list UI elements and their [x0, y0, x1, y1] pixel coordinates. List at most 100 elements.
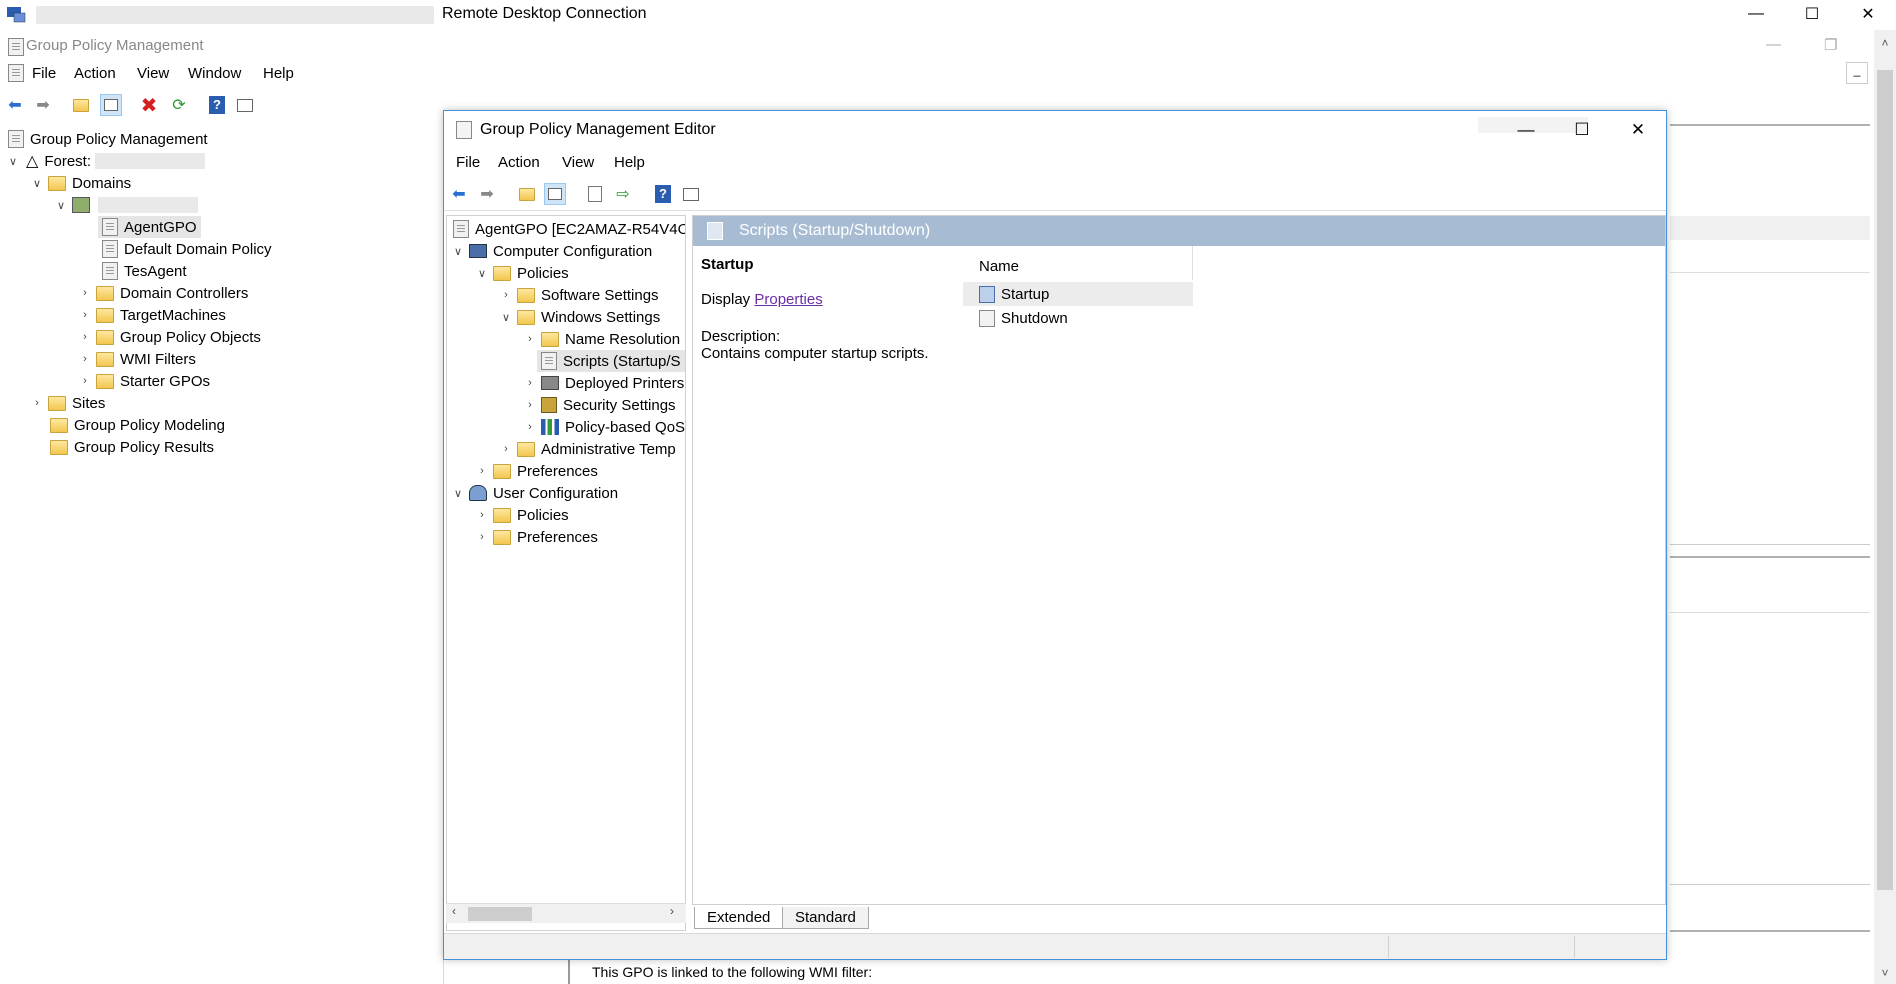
- tree-item-targetmachines[interactable]: › TargetMachines: [78, 304, 226, 326]
- chevron-right-icon[interactable]: ›: [30, 397, 44, 409]
- tree-user-policies[interactable]: › Policies: [475, 504, 569, 526]
- help-icon[interactable]: ?: [206, 94, 228, 116]
- chevron-down-icon[interactable]: ∨: [475, 267, 489, 280]
- gpme-export-list-icon[interactable]: ⇨: [612, 183, 634, 205]
- gpm-restore-icon[interactable]: ❐: [1824, 36, 1837, 54]
- gpme-menu-help[interactable]: Help: [614, 154, 645, 171]
- chevron-right-icon[interactable]: ›: [78, 287, 92, 299]
- menu-action[interactable]: Action: [74, 65, 116, 82]
- tree-item-agentgpo[interactable]: AgentGPO: [98, 216, 201, 238]
- scroll-thumb[interactable]: [1877, 70, 1893, 890]
- tree-item-starter-gpos[interactable]: › Starter GPOs: [78, 370, 210, 392]
- chevron-right-icon[interactable]: ›: [523, 421, 537, 433]
- tree-preferences[interactable]: › Preferences: [475, 460, 598, 482]
- tree-user-preferences[interactable]: › Preferences: [475, 526, 598, 548]
- tree-gpm-root[interactable]: Group Policy Management: [4, 128, 208, 150]
- chevron-down-icon[interactable]: ∨: [451, 487, 465, 500]
- tree-item-domain-controllers[interactable]: › Domain Controllers: [78, 282, 248, 304]
- chevron-right-icon[interactable]: ›: [499, 289, 513, 301]
- gpme-back-arrow-icon[interactable]: ⬅: [448, 183, 470, 205]
- tree-horizontal-scrollbar[interactable]: ‹ ›: [446, 903, 686, 923]
- chevron-down-icon[interactable]: ∨: [54, 199, 68, 212]
- tree-forest[interactable]: ∨ △ Forest:: [6, 150, 205, 172]
- back-arrow-icon[interactable]: ⬅: [4, 94, 26, 116]
- gpme-forward-arrow-icon[interactable]: ➡: [476, 183, 498, 205]
- gpme-menu-action[interactable]: Action: [498, 154, 540, 171]
- chevron-right-icon[interactable]: ›: [475, 465, 489, 477]
- gpme-up-folder-icon[interactable]: [516, 183, 538, 205]
- tree-deployed-printers[interactable]: › Deployed Printers: [523, 372, 684, 394]
- chevron-down-icon[interactable]: ∨: [6, 155, 20, 168]
- properties-link[interactable]: Properties: [754, 291, 822, 308]
- gpm-inner-minimize[interactable]: _: [1846, 62, 1868, 84]
- tree-item-group-policy-objects[interactable]: › Group Policy Objects: [78, 326, 261, 348]
- delete-icon[interactable]: ✖: [138, 94, 160, 117]
- minimize-button[interactable]: —: [1728, 0, 1784, 28]
- tree-gp-results[interactable]: Group Policy Results: [46, 436, 214, 458]
- up-folder-icon[interactable]: [70, 94, 92, 116]
- tree-scripts-startup-shutdown[interactable]: Scripts (Startup/S: [537, 350, 685, 372]
- tree-item-wmi-filters[interactable]: › WMI Filters: [78, 348, 196, 370]
- tree-software-settings[interactable]: › Software Settings: [499, 284, 658, 306]
- chevron-right-icon[interactable]: ›: [78, 331, 92, 343]
- tab-standard[interactable]: Standard: [782, 907, 869, 929]
- column-header-name[interactable]: Name: [963, 246, 1193, 280]
- list-item-startup[interactable]: Startup: [963, 282, 1193, 306]
- chevron-right-icon[interactable]: ›: [78, 353, 92, 365]
- chevron-right-icon[interactable]: ›: [78, 309, 92, 321]
- gpm-vertical-scrollbar[interactable]: ˄ ˅: [1874, 30, 1896, 984]
- tree-policy-qos[interactable]: › Policy-based QoS: [523, 416, 685, 438]
- gpme-maximize-button[interactable]: ☐: [1554, 115, 1610, 145]
- chevron-right-icon[interactable]: ›: [523, 377, 537, 389]
- chevron-down-icon[interactable]: ∨: [499, 311, 513, 324]
- tree-windows-settings[interactable]: ∨ Windows Settings: [499, 306, 660, 328]
- chevron-right-icon[interactable]: ›: [523, 333, 537, 345]
- gpme-properties-icon[interactable]: [584, 183, 606, 205]
- close-button[interactable]: ✕: [1840, 0, 1896, 28]
- chevron-right-icon[interactable]: ›: [475, 509, 489, 521]
- tree-sites[interactable]: › Sites: [30, 392, 105, 414]
- tree-user-configuration[interactable]: ∨ User Configuration: [451, 482, 618, 504]
- scroll-up-icon[interactable]: ˄: [1874, 36, 1896, 50]
- show-hide-tree-icon[interactable]: [100, 94, 122, 116]
- chevron-down-icon[interactable]: ∨: [30, 177, 44, 190]
- gpme-show-tree-icon[interactable]: [544, 183, 566, 205]
- properties-view-icon[interactable]: [234, 94, 256, 116]
- tree-item-tesagent[interactable]: TesAgent: [98, 260, 187, 282]
- tree-name-resolution[interactable]: › Name Resolution: [523, 328, 680, 350]
- tab-extended[interactable]: Extended: [694, 907, 784, 929]
- tree-item-default-domain-policy[interactable]: Default Domain Policy: [98, 238, 272, 260]
- gpme-minimize-button[interactable]: —: [1498, 115, 1554, 145]
- tree-security-settings[interactable]: › Security Settings: [523, 394, 675, 416]
- chevron-right-icon[interactable]: ›: [499, 443, 513, 455]
- tree-computer-configuration[interactable]: ∨ Computer Configuration: [451, 240, 652, 262]
- scroll-down-icon[interactable]: ˅: [1874, 966, 1896, 980]
- chevron-right-icon[interactable]: ›: [475, 531, 489, 543]
- forward-arrow-icon[interactable]: ➡: [32, 94, 54, 116]
- gpme-menu-view[interactable]: View: [562, 154, 594, 171]
- menu-help[interactable]: Help: [263, 65, 294, 82]
- tree-domains[interactable]: ∨ Domains: [30, 172, 131, 194]
- tree-gp-modeling[interactable]: Group Policy Modeling: [46, 414, 225, 436]
- chevron-right-icon[interactable]: ›: [523, 399, 537, 411]
- tree-gpo-root[interactable]: AgentGPO [EC2AMAZ-R54V4O(: [449, 218, 685, 240]
- gpme-help-icon[interactable]: ?: [652, 183, 674, 205]
- gpme-action-pane-icon[interactable]: [680, 183, 702, 205]
- menu-window[interactable]: Window: [188, 65, 241, 82]
- refresh-icon[interactable]: ⟳: [168, 94, 190, 116]
- chevron-down-icon[interactable]: ∨: [451, 245, 465, 258]
- maximize-button[interactable]: ☐: [1784, 0, 1840, 28]
- menu-file[interactable]: File: [32, 65, 56, 82]
- gpme-close-button[interactable]: ✕: [1610, 115, 1666, 145]
- tree-domain-node[interactable]: ∨: [54, 194, 198, 216]
- list-item-shutdown[interactable]: Shutdown: [963, 306, 1193, 330]
- chevron-right-icon[interactable]: ›: [78, 375, 92, 387]
- tree-administrative-templates[interactable]: › Administrative Temp: [499, 438, 676, 460]
- scroll-right-icon[interactable]: ›: [670, 904, 674, 918]
- menu-view[interactable]: View: [137, 65, 169, 82]
- gpm-minimize-icon[interactable]: —: [1766, 36, 1781, 53]
- tree-policies[interactable]: ∨ Policies: [475, 262, 569, 284]
- gpme-menu-file[interactable]: File: [456, 154, 480, 171]
- scroll-left-icon[interactable]: ‹: [452, 904, 456, 918]
- hscroll-thumb[interactable]: [468, 907, 532, 921]
